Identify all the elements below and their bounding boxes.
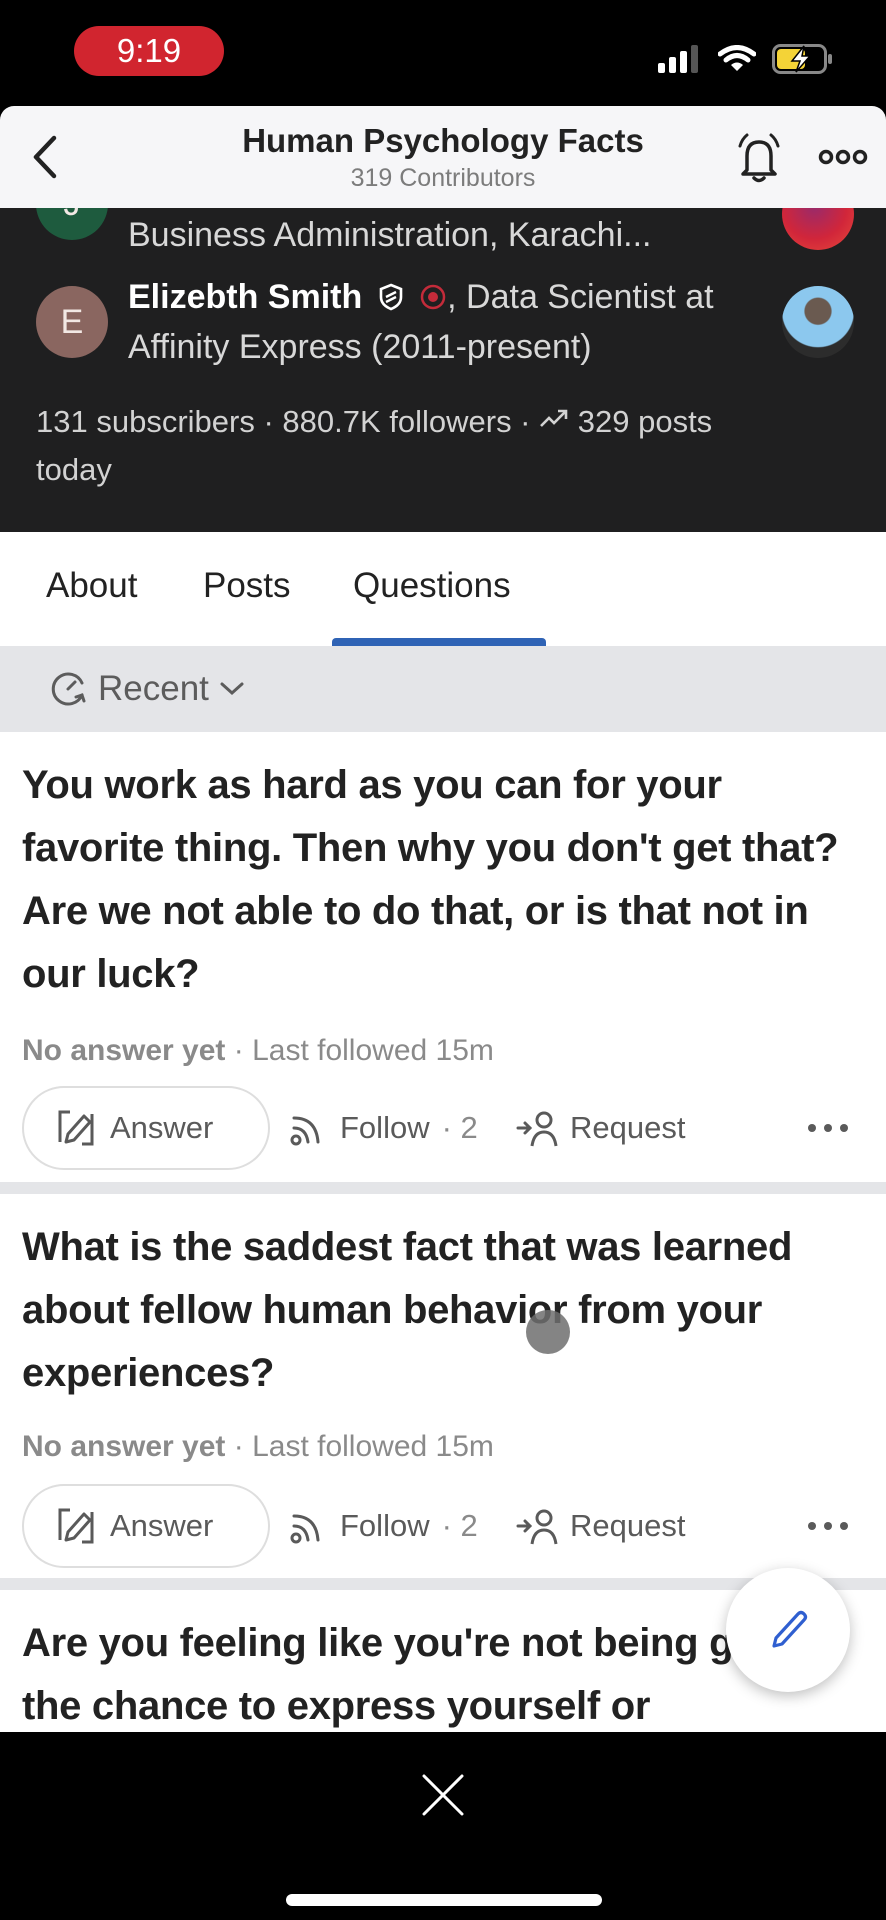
- request-user-icon: [516, 1111, 558, 1147]
- status-bar: 9:19: [0, 0, 886, 106]
- contributor-avatar[interactable]: J: [36, 208, 108, 240]
- tab-about[interactable]: About: [46, 566, 137, 606]
- contributor-credential: Elizebth Smith , Data Scientist at Affin…: [128, 278, 714, 366]
- question-actions: Answer Follow · 2 Request: [22, 1484, 872, 1568]
- active-tab-indicator: [332, 638, 546, 646]
- answer-status: No answer yet: [22, 1034, 226, 1067]
- contributor-avatar-photo[interactable]: [782, 286, 854, 358]
- tab-questions[interactable]: Questions: [353, 566, 511, 606]
- follow-button[interactable]: Follow · 2: [288, 1484, 478, 1568]
- question-meta: No answer yet · Last followed 15m: [22, 1034, 494, 1067]
- wifi-icon: [718, 45, 756, 71]
- answer-button[interactable]: Answer: [22, 1086, 270, 1170]
- follow-count: · 2: [441, 1110, 478, 1145]
- question-title[interactable]: What is the saddest fact that was learne…: [22, 1216, 862, 1405]
- answer-button[interactable]: Answer: [22, 1484, 270, 1568]
- sort-label: Recent: [98, 669, 209, 708]
- space-tabs: About Posts Questions: [0, 532, 886, 646]
- battery-charging-icon: [772, 44, 832, 74]
- question-card: You work as hard as you can for your fav…: [0, 732, 886, 1182]
- sort-bar: Recent: [0, 646, 886, 732]
- bottom-bar: [0, 1732, 886, 1920]
- pencil-icon: [772, 1610, 808, 1648]
- home-indicator[interactable]: [286, 1894, 602, 1906]
- cellular-signal-icon: [658, 45, 698, 73]
- shield-icon: [379, 283, 402, 311]
- bell-icon[interactable]: [735, 132, 783, 184]
- contributor-avatar-photo[interactable]: [782, 208, 854, 250]
- asterisk-badge-icon: [420, 284, 446, 310]
- rss-follow-icon: [290, 1514, 320, 1544]
- request-button[interactable]: Request: [516, 1086, 685, 1170]
- space-banner: J Business Administration, Karachi... E …: [0, 208, 886, 532]
- follow-button[interactable]: Follow · 2: [288, 1086, 478, 1170]
- tab-posts[interactable]: Posts: [203, 566, 291, 606]
- trending-up-icon: [540, 409, 568, 427]
- status-icons: [658, 44, 834, 74]
- contributor-avatar[interactable]: E: [36, 286, 108, 358]
- compose-button[interactable]: [726, 1568, 850, 1692]
- rss-follow-icon: [290, 1116, 320, 1146]
- question-actions: Answer Follow · 2 Request: [22, 1086, 872, 1170]
- edit-icon: [58, 1110, 94, 1146]
- contributor-name[interactable]: Elizebth Smith: [128, 278, 362, 316]
- follow-count: · 2: [441, 1508, 478, 1543]
- edit-icon: [58, 1508, 94, 1544]
- card-divider: [0, 1182, 886, 1194]
- touch-indicator: [526, 1310, 570, 1354]
- chevron-down-icon: [220, 682, 244, 696]
- question-card: What is the saddest fact that was learne…: [0, 1194, 886, 1578]
- sort-dropdown[interactable]: Recent: [48, 664, 245, 714]
- question-meta: No answer yet · Last followed 15m: [22, 1430, 494, 1463]
- more-horizontal-icon[interactable]: [804, 1510, 852, 1542]
- status-time: 9:19: [74, 26, 224, 76]
- app-header: Human Psychology Facts 319 Contributors: [0, 106, 886, 208]
- clock-refresh-icon: [51, 672, 86, 706]
- contributor-credential: Business Administration, Karachi...: [128, 216, 652, 254]
- question-title[interactable]: You work as hard as you can for your fav…: [22, 754, 862, 1006]
- answer-status: No answer yet: [22, 1430, 226, 1463]
- request-user-icon: [516, 1509, 558, 1545]
- more-options-button[interactable]: [818, 144, 868, 170]
- more-horizontal-icon[interactable]: [804, 1112, 852, 1144]
- request-button[interactable]: Request: [516, 1484, 685, 1568]
- close-icon[interactable]: [420, 1772, 466, 1818]
- space-stats: 131 subscribers · 880.7K followers · 329…: [36, 404, 713, 487]
